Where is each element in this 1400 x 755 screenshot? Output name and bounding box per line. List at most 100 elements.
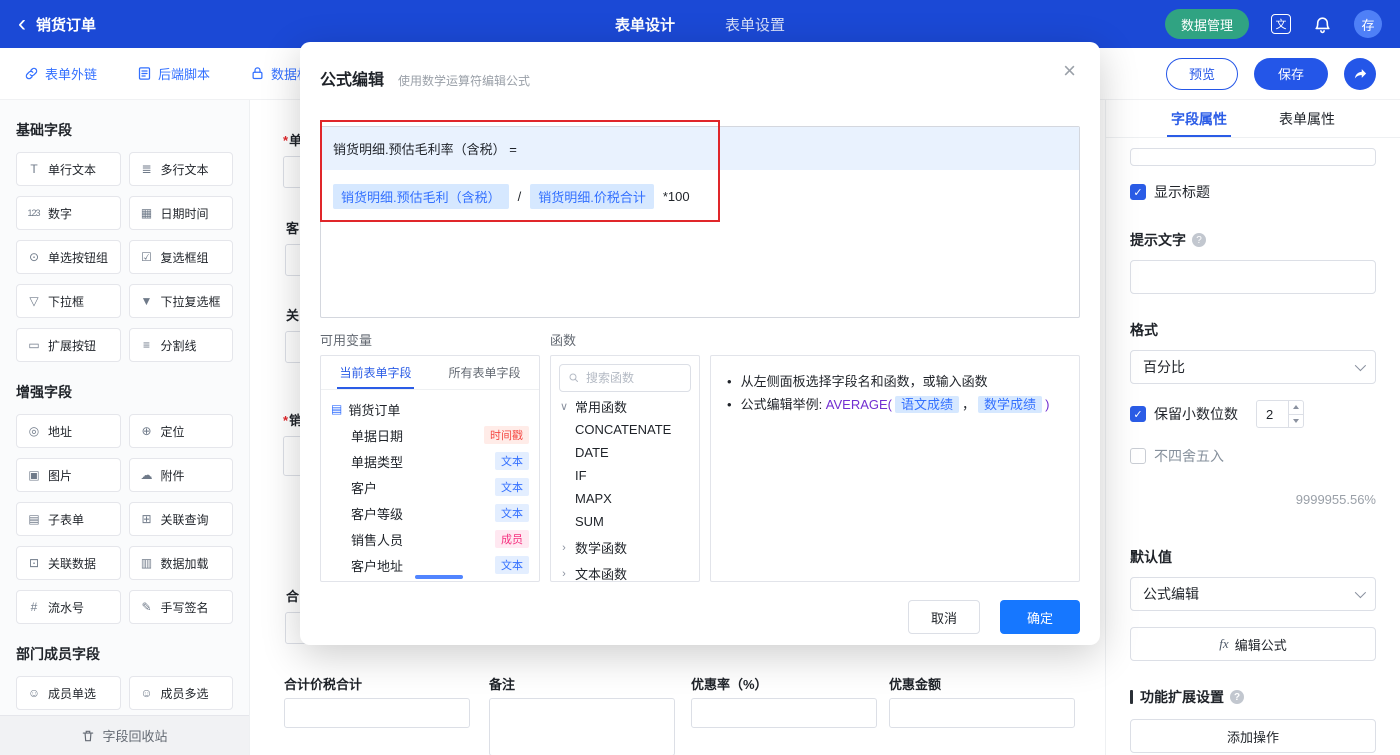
field-button-extension-button[interactable]: ▭ 扩展按钮	[16, 328, 121, 362]
data-load-icon: ▥	[140, 556, 152, 570]
hint-text-input[interactable]	[1130, 260, 1376, 294]
formula-editor-area[interactable]: 销货明细.预估毛利率（含税） = 销货明细.预估毛利（含税） / 销货明细.价税…	[320, 126, 1080, 318]
field-button-number[interactable]: 123 数字	[16, 196, 121, 230]
back-icon[interactable]: ‹	[18, 12, 26, 36]
location-icon: ⊕	[141, 424, 151, 438]
stepper-up-button[interactable]	[1289, 401, 1303, 415]
function-item[interactable]: SUM	[559, 510, 691, 533]
discount-amount-input[interactable]	[889, 698, 1075, 728]
keep-decimals-checkbox[interactable]: ✓	[1130, 406, 1146, 422]
field-button-datetime[interactable]: ▦ 日期时间	[128, 196, 233, 230]
variables-tree: ▤ 销货订单 单据日期 时间戳 单据类型 文本 客户 文本 客户等级 文本 销售人员 成员…	[321, 390, 539, 578]
tab-form-properties[interactable]: 表单属性	[1279, 100, 1335, 137]
field-button-checkbox-group[interactable]: ☑ 复选框组	[128, 240, 233, 274]
field-button-signature[interactable]: ✎ 手写签名	[128, 590, 233, 624]
help-question-icon[interactable]: ?	[1192, 233, 1206, 247]
language-icon[interactable]: 文	[1271, 14, 1291, 34]
tab-field-properties[interactable]: 字段属性	[1167, 100, 1231, 137]
field-label-text: 关	[286, 308, 300, 323]
function-item[interactable]: CONCATENATE	[559, 418, 691, 441]
field-button-location[interactable]: ⊕ 定位	[128, 414, 233, 448]
default-value-select[interactable]: 公式编辑	[1130, 577, 1376, 611]
share-icon	[1354, 69, 1366, 79]
tab-current-form-fields[interactable]: 当前表单字段	[321, 356, 430, 389]
function-item[interactable]: MAPX	[559, 487, 691, 510]
formula-operator: /	[517, 189, 522, 204]
variable-item[interactable]: 客户 文本	[331, 474, 529, 500]
title-input-partial[interactable]	[1130, 148, 1376, 166]
function-item[interactable]: DATE	[559, 441, 691, 464]
tab-form-settings[interactable]: 表单设置	[725, 14, 785, 35]
recycle-bin-label: 字段回收站	[102, 729, 168, 744]
format-value: 百分比	[1143, 359, 1185, 375]
variables-root-node[interactable]: ▤ 销货订单	[331, 396, 529, 422]
field-label-partial: 关	[285, 305, 299, 324]
add-action-button[interactable]: 添加操作	[1130, 719, 1376, 753]
variable-item[interactable]: 单据类型 文本	[331, 448, 529, 474]
avatar[interactable]: 存	[1354, 10, 1382, 38]
tab-form-design[interactable]: 表单设计	[615, 14, 675, 35]
variable-item[interactable]: 销售人员 成员	[331, 526, 529, 552]
field-button-member-single[interactable]: ☺ 成员单选	[16, 676, 121, 710]
field-button-dropdown[interactable]: ▽ 下拉框	[16, 284, 121, 318]
close-icon[interactable]: ×	[1063, 60, 1076, 82]
field-button-linked-query[interactable]: ⊞ 关联查询	[128, 502, 233, 536]
discount-rate-input[interactable]	[691, 698, 877, 728]
formula-field-chip[interactable]: 销货明细.价税合计	[530, 184, 654, 209]
chevron-down-icon	[1354, 359, 1367, 372]
variable-item[interactable]: 客户等级 文本	[331, 500, 529, 526]
confirm-button[interactable]: 确定	[1000, 600, 1080, 634]
field-button-radio-group[interactable]: ⊙ 单选按钮组	[16, 240, 121, 274]
remarks-input[interactable]	[489, 698, 675, 755]
field-label: 下拉框	[48, 294, 85, 309]
show-title-checkbox[interactable]: ✓	[1130, 184, 1146, 200]
form-external-link-item[interactable]: 表单外链	[24, 64, 97, 83]
field-button-member-multi[interactable]: ☺ 成员多选	[128, 676, 233, 710]
horizontal-scrollbar-thumb[interactable]	[415, 575, 463, 579]
field-button-linked-data[interactable]: ⊡ 关联数据	[16, 546, 121, 580]
tab-all-form-fields[interactable]: 所有表单字段	[430, 356, 539, 389]
function-item[interactable]: IF	[559, 464, 691, 487]
cancel-button[interactable]: 取消	[908, 600, 980, 634]
signature-icon: ✎	[141, 600, 151, 614]
formula-field-chip[interactable]: 销货明细.预估毛利（含税）	[333, 184, 509, 209]
stepper-down-button[interactable]	[1289, 415, 1303, 428]
function-search-input[interactable]	[586, 371, 682, 385]
field-recycle-bin[interactable]: 字段回收站	[0, 715, 249, 755]
format-select[interactable]: 百分比	[1130, 350, 1376, 384]
caret-right-icon: ›	[562, 541, 566, 554]
arrow-up-icon	[1293, 405, 1299, 410]
field-button-divider[interactable]: ≡ 分割线	[128, 328, 233, 362]
field-button-image[interactable]: ▣ 图片	[16, 458, 121, 492]
tool-item-label: 表单外链	[45, 67, 98, 82]
multi-dropdown-icon: ▼	[140, 294, 153, 308]
field-button-data-load[interactable]: ▥ 数据加载	[128, 546, 233, 580]
decimals-stepper[interactable]: 2	[1256, 400, 1304, 428]
function-group-common[interactable]: ∨ 常用函数	[559, 395, 691, 418]
field-button-single-line-text[interactable]: T 单行文本	[16, 152, 121, 186]
function-group-math[interactable]: › 数学函数	[559, 536, 691, 559]
share-button[interactable]	[1344, 57, 1376, 90]
total-amount-input[interactable]	[284, 698, 470, 728]
member-multi-icon: ☺	[140, 686, 152, 700]
chevron-down-icon	[1354, 586, 1367, 599]
field-button-multi-line-text[interactable]: ≣ 多行文本	[128, 152, 233, 186]
function-group-text[interactable]: › 文本函数	[559, 562, 691, 581]
variable-item[interactable]: 单据日期 时间戳	[331, 422, 529, 448]
preview-button[interactable]: 预览	[1165, 57, 1238, 90]
field-button-serial-number[interactable]: # 流水号	[16, 590, 121, 624]
save-button[interactable]: 保存	[1253, 57, 1328, 90]
script-icon	[138, 67, 151, 80]
field-label-text: 合	[286, 589, 300, 604]
field-button-multi-dropdown[interactable]: ▼ 下拉复选框	[128, 284, 233, 318]
field-button-attachment[interactable]: ☁ 附件	[128, 458, 233, 492]
field-button-address[interactable]: ◎ 地址	[16, 414, 121, 448]
data-manage-button[interactable]: 数据管理	[1164, 9, 1249, 39]
help-question-icon[interactable]: ?	[1230, 690, 1244, 704]
field-button-subform[interactable]: ▤ 子表单	[16, 502, 121, 536]
edit-formula-button[interactable]: fx 编辑公式	[1130, 627, 1376, 661]
formula-assignment-line: 销货明细.预估毛利率（含税） =	[321, 127, 1079, 170]
notification-bell-icon[interactable]	[1313, 15, 1332, 34]
backend-script-item[interactable]: 后端脚本	[137, 64, 210, 83]
no-rounding-checkbox[interactable]	[1130, 448, 1146, 464]
